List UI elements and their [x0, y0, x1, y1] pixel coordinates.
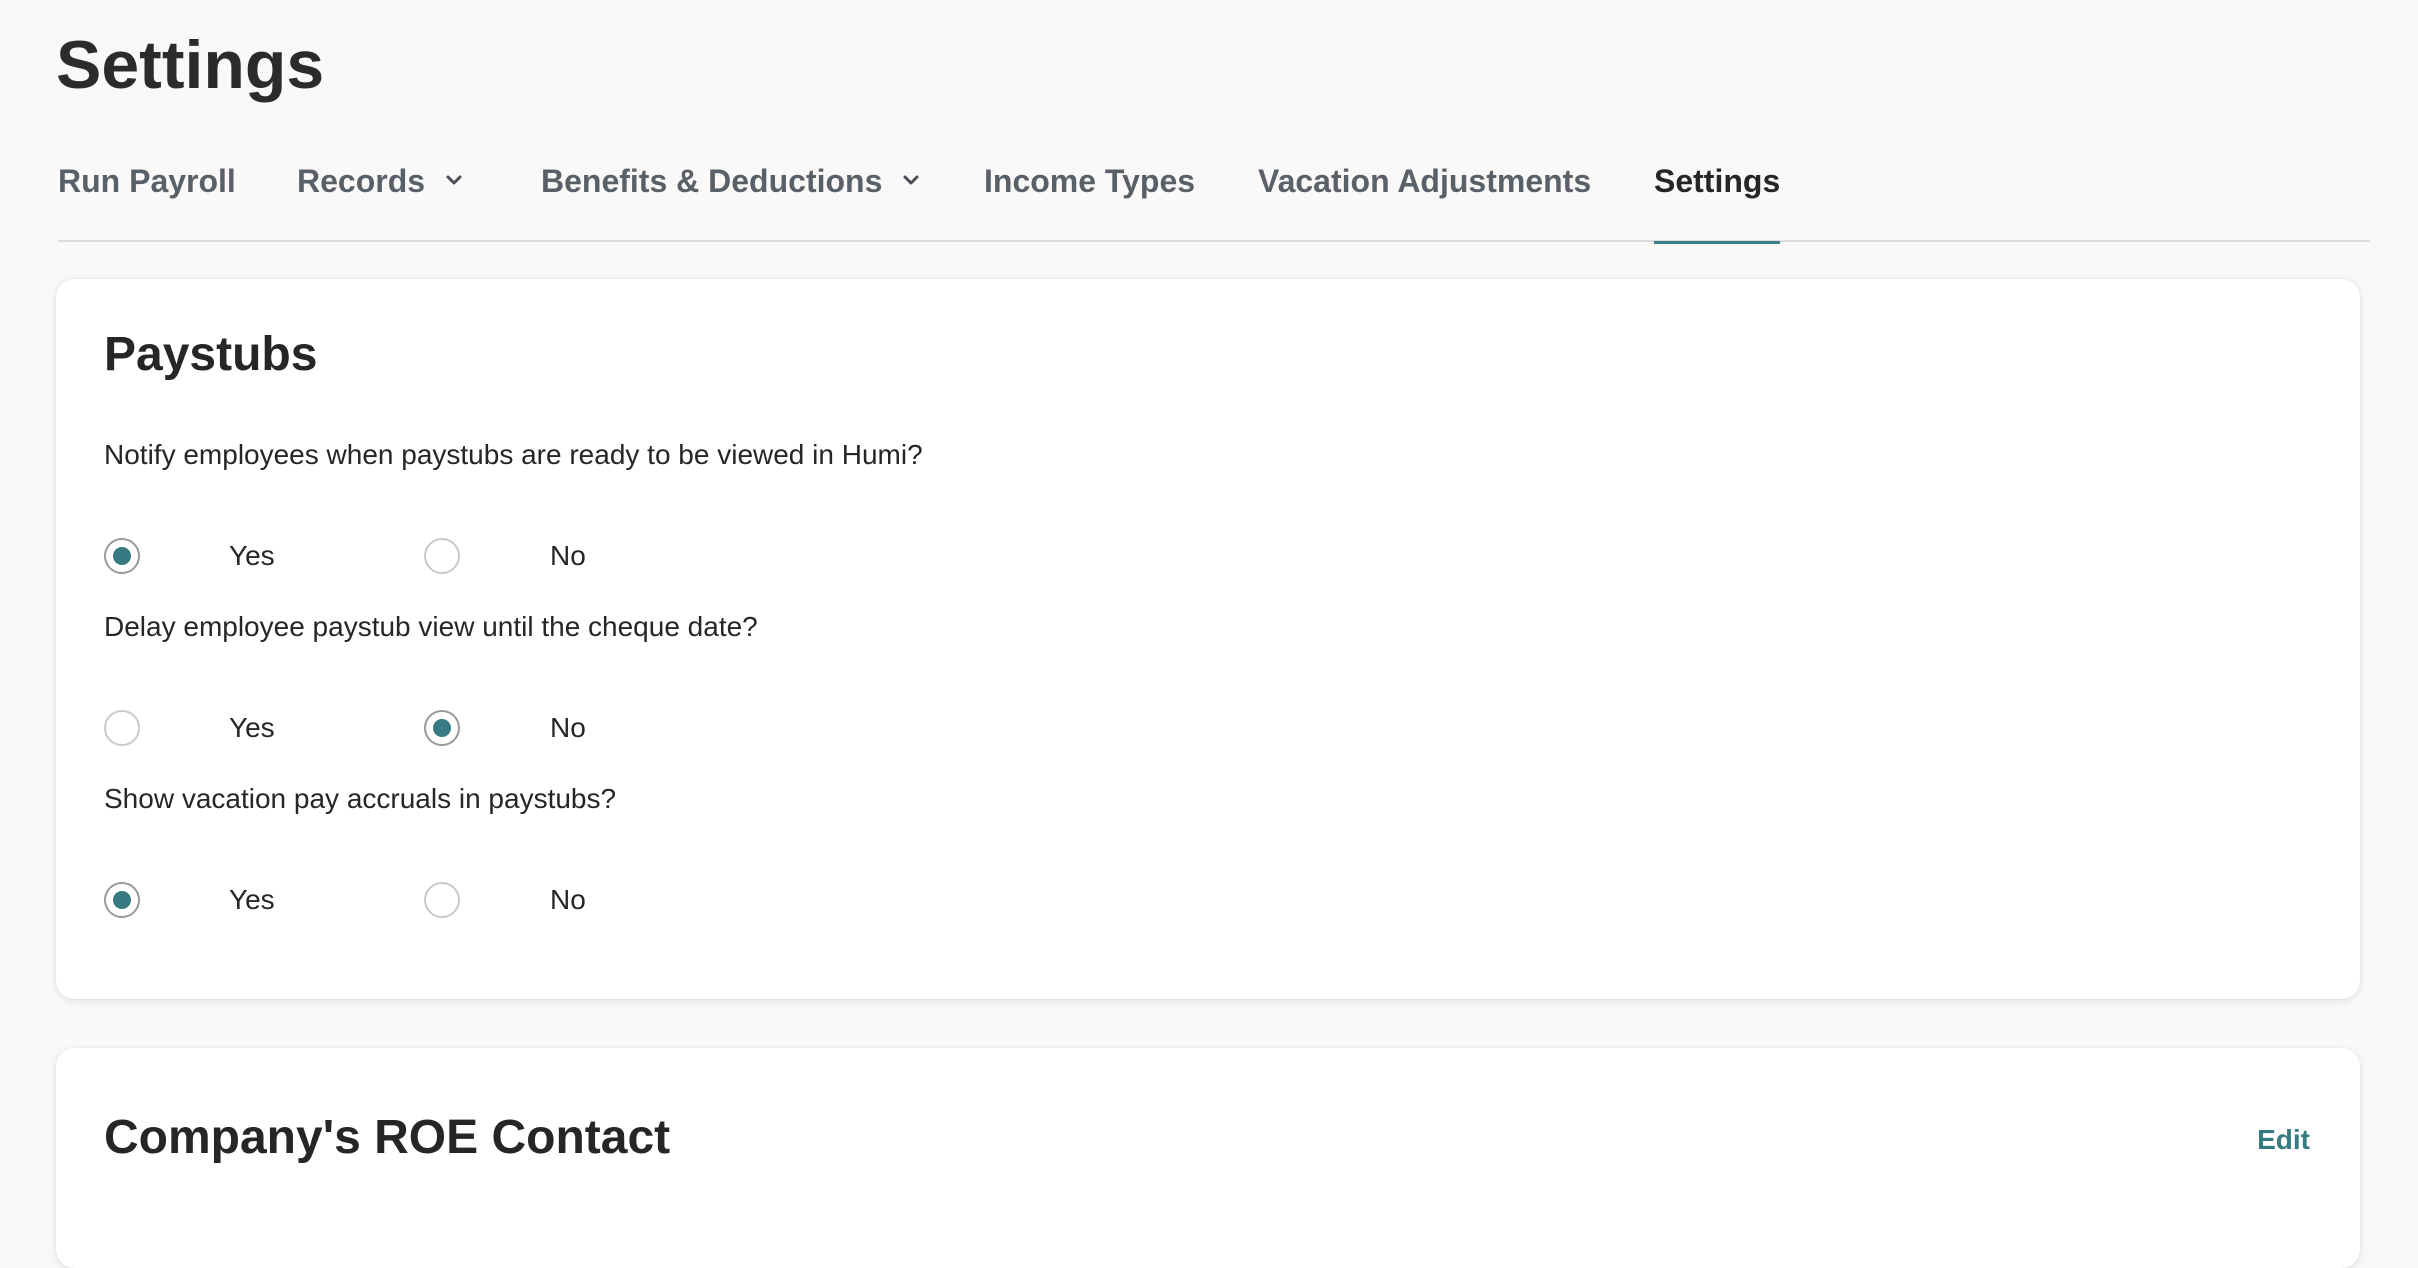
card-title: Paystubs — [104, 328, 318, 381]
chevron-down-icon — [903, 175, 919, 185]
question-show-vacation-accruals: Show vacation pay accruals in paystubs? — [104, 783, 617, 814]
tab-label: Benefits & Deductions — [541, 162, 883, 199]
radio-label-yes[interactable]: Yes — [229, 710, 275, 746]
radio-label-yes[interactable]: Yes — [229, 538, 275, 574]
tab-label: Run Payroll — [58, 162, 236, 199]
tab-benefits-deductions[interactable]: Benefits & Deductions — [541, 140, 922, 242]
radio-yes[interactable] — [104, 710, 140, 746]
radio-no[interactable] — [424, 882, 460, 918]
roe-contact-card: Company's ROE Contact Edit — [56, 1048, 2360, 1268]
tab-records[interactable]: Records — [297, 140, 465, 242]
tab-income-types[interactable]: Income Types — [984, 140, 1195, 242]
tab-label: Vacation Adjustments — [1258, 162, 1592, 199]
radio-yes[interactable] — [104, 882, 140, 918]
chevron-down-icon — [446, 175, 462, 185]
tab-label: Income Types — [984, 162, 1196, 199]
radio-no[interactable] — [424, 538, 460, 574]
page-title: Settings — [56, 27, 325, 103]
tab-vacation-adjustments[interactable]: Vacation Adjustments — [1258, 140, 1591, 242]
tab-bar: Run Payroll Records Benefits & Deduction… — [58, 140, 2370, 244]
radio-yes[interactable] — [104, 538, 140, 574]
tab-label: Settings — [1654, 162, 1781, 199]
question-notify-employees: Notify employees when paystubs are ready… — [104, 439, 923, 470]
question-delay-paystub-view: Delay employee paystub view until the ch… — [104, 611, 758, 642]
radio-label-no[interactable]: No — [550, 538, 586, 574]
card-title: Company's ROE Contact — [104, 1111, 671, 1164]
radio-label-no[interactable]: No — [550, 882, 586, 918]
radio-label-yes[interactable]: Yes — [229, 882, 275, 918]
edit-button[interactable]: Edit — [2257, 1124, 2310, 1156]
radio-no[interactable] — [424, 710, 460, 746]
tab-settings[interactable]: Settings — [1654, 140, 1781, 244]
tab-label: Records — [297, 162, 426, 199]
radio-label-no[interactable]: No — [550, 710, 586, 746]
tab-run-payroll[interactable]: Run Payroll — [58, 140, 236, 242]
paystubs-card: Paystubs Notify employees when paystubs … — [56, 279, 2360, 999]
